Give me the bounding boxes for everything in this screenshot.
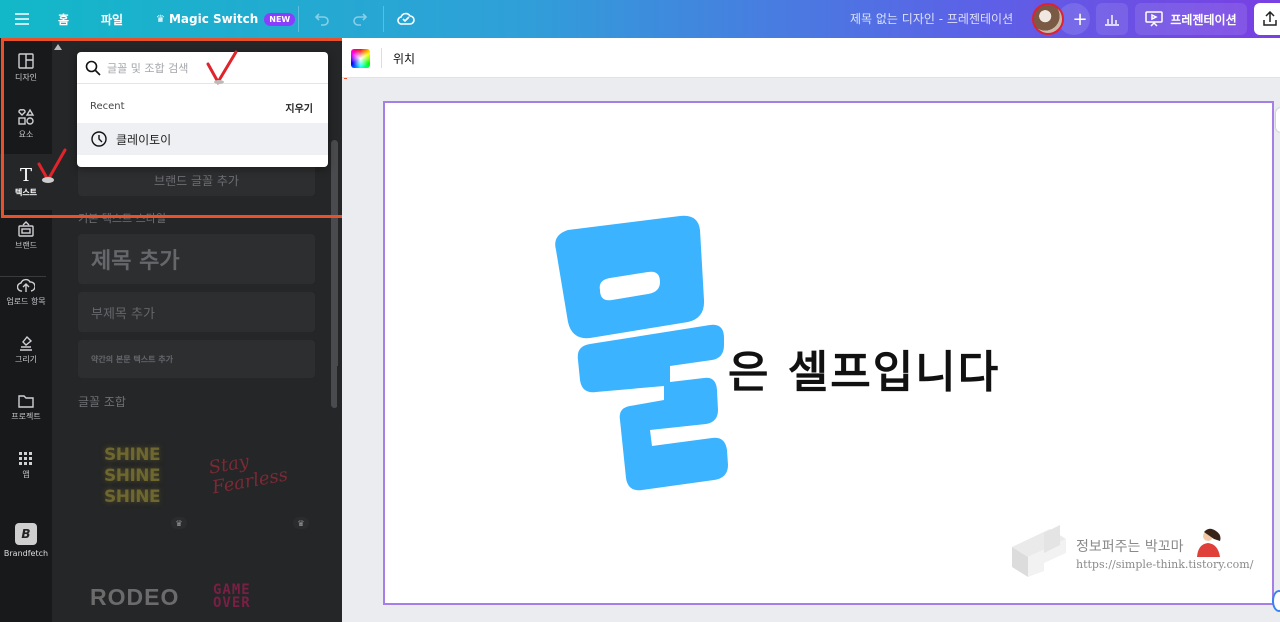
divider [383,6,384,32]
brandfetch-letter: B [21,526,31,541]
clear-recent-button[interactable]: 지우기 [285,100,313,115]
rail-item-apps[interactable]: 앱 [0,438,52,494]
save-status-button[interactable] [396,8,416,28]
combo-label: GAME OVER [213,582,251,611]
font-combo-game-over[interactable]: GAME OVER [213,582,293,611]
add-brand-font-label: 브랜드 글꼴 추가 [154,173,239,188]
add-subheading-button[interactable]: 부제목 추가 [78,292,315,332]
home-button[interactable]: 홈 [58,9,69,29]
rail-label: Brandfetch [3,548,49,558]
hamburger-icon [15,13,29,25]
subheading-label: 부제목 추가 [91,306,155,322]
menu-button[interactable] [12,9,32,29]
add-heading-button[interactable]: 제목 추가 [78,234,315,284]
recent-search-label: 클레이토이 [116,132,172,147]
apps-grid-icon [19,452,32,465]
undo-button[interactable] [312,9,332,29]
rail-label: 디자인 [14,73,38,82]
cloud-check-icon [397,12,415,25]
watermark-url: https://simple-think.tistory.com/ [1076,558,1254,571]
search-icon [85,60,101,76]
rail-label: 브랜드 [14,241,38,250]
layout-icon [18,53,34,69]
context-toolbar: 위치 [342,38,1280,78]
position-button[interactable]: 위치 [393,50,415,67]
redo-icon [353,13,368,26]
upload-cloud-icon [17,278,35,292]
file-menu-button[interactable]: 파일 [101,9,123,29]
font-search-input[interactable] [107,58,307,78]
crown-icon: ♛ [156,13,165,25]
font-search-box [77,52,328,84]
file-label: 파일 [101,12,124,27]
rail-item-design[interactable]: 디자인 [0,40,52,96]
upload-share-icon [1263,11,1277,26]
rail-label: 그리기 [14,355,38,364]
brand-icon [18,221,34,237]
divider [381,48,382,68]
rotate-handle[interactable] [1272,590,1280,612]
magic-switch-label: Magic Switch [168,12,259,26]
rail-item-elements[interactable]: 요소 [0,96,52,152]
font-combinations-heading: 글꼴 조합 [78,395,126,409]
combo-label: RODEO [90,584,180,610]
brandfetch-icon: B [15,522,37,545]
present-button[interactable]: 프레젠테이션 [1135,3,1247,35]
rail-label: 업로드 항목 [6,297,46,306]
divider [298,6,299,32]
recent-label: Recent [90,101,125,112]
default-text-styles-heading: 기본 텍스트 스타일 [78,212,166,225]
font-combo-rodeo[interactable]: RODEO [90,584,179,611]
redo-button[interactable] [350,9,370,29]
new-badge: NEW [264,12,296,26]
rail-label: 프로젝트 [11,412,41,421]
color-picker-button[interactable] [351,49,370,68]
rail-item-brandfetch[interactable]: B Brandfetch [0,512,52,568]
premium-crown-icon: ♛ [171,517,187,529]
rail-label: 요소 [18,130,34,139]
add-body-text-button[interactable]: 약간의 본문 텍스트 추가 [78,340,315,378]
rail-item-text[interactable]: T 텍스트 [0,154,52,210]
side-rail: 디자인 요소 T 텍스트 브랜드 업로드 항목 그리기 프로젝트 앱 B Bra… [0,38,52,622]
rail-item-draw[interactable]: 그리기 [0,322,52,378]
rail-item-brand[interactable]: 브랜드 [0,208,52,264]
font-combo-shine[interactable]: SHINE SHINE SHINE [104,445,161,508]
watermark-person-icon [1197,528,1221,557]
folder-icon [18,395,34,408]
text-icon: T [19,164,32,186]
rail-label: 텍스트 [14,187,38,197]
side-scroll-handle[interactable] [1276,108,1280,132]
share-button[interactable] [1254,3,1280,35]
clock-icon [91,131,107,147]
headline-text[interactable]: 은 셀프입니다 [728,336,1000,400]
body-text-label: 약간의 본문 텍스트 추가 [91,354,173,364]
present-label: 프레젠테이션 [1170,12,1237,27]
add-brand-font-button[interactable]: 브랜드 글꼴 추가 [78,164,315,196]
bar-chart-icon [1105,15,1119,26]
rail-item-uploads[interactable]: 업로드 항목 [0,264,52,320]
undo-icon [314,13,329,26]
top-bar: 홈 파일 ♛ Magic Switch NEW 제목 없는 디자인 - 프레젠테… [0,0,1280,38]
watermark-logo-icon [1012,525,1066,577]
presentation-icon [1145,11,1164,27]
magic-switch-button[interactable]: ♛ Magic Switch NEW [156,9,296,29]
recent-search-item[interactable]: 클레이토이 [77,123,328,155]
font-search-dropdown: Recent 지우기 클레이토이 [77,52,328,167]
draw-icon [20,335,33,351]
plus-icon: + [1072,8,1088,30]
user-avatar[interactable] [1032,3,1064,35]
document-title[interactable]: 제목 없는 디자인 - 프레젠테이션 [850,0,1013,38]
shapes-icon [18,108,35,125]
rail-item-projects[interactable]: 프로젝트 [0,380,52,436]
divider [0,276,46,277]
watermark-title: 정보퍼주는 박꼬마 [1076,539,1184,555]
premium-crown-icon: ♛ [293,517,309,529]
heading-label: 제목 추가 [91,249,180,274]
scroll-up-arrow[interactable] [54,44,62,50]
insights-button[interactable] [1096,3,1128,35]
rail-label: 앱 [22,470,30,479]
home-label: 홈 [58,12,70,27]
